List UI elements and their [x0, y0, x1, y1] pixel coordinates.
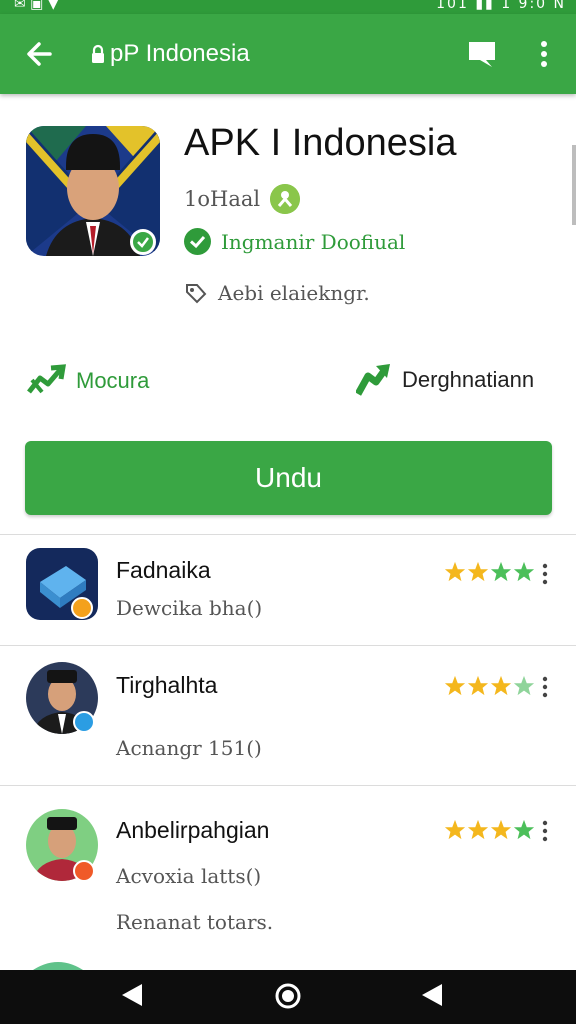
- check-circle-icon: [184, 228, 211, 255]
- developer-badge-icon: [270, 184, 301, 214]
- star-icon: [467, 675, 489, 696]
- action-left-label: Mocura: [76, 368, 150, 393]
- system-nav-bar: [0, 970, 576, 1024]
- app-bar: pP Indonesia: [0, 14, 576, 94]
- more-vert-icon[interactable]: [540, 676, 550, 698]
- action-left-button[interactable]: Mocura: [26, 362, 149, 400]
- star-icon: [490, 819, 512, 840]
- action-right-label: Derghnatiann: [402, 367, 535, 392]
- nav-recents-icon[interactable]: [420, 982, 444, 1008]
- lock-icon: [92, 44, 104, 63]
- star-icon: [467, 561, 489, 582]
- rating-stars: [444, 819, 535, 841]
- list-item-title: Tirghalhta: [116, 672, 218, 698]
- star-icon: [513, 819, 535, 840]
- clock: 1 9:0 N: [501, 0, 566, 12]
- star-icon: [444, 561, 466, 582]
- share-icon: [356, 364, 390, 396]
- developer-line: 1oHaal: [184, 184, 301, 214]
- chat-icon[interactable]: [466, 38, 500, 70]
- package-icon: [26, 548, 98, 620]
- scroll-indicator[interactable]: [572, 145, 576, 225]
- list-item-extra: Renanat totars.: [116, 910, 274, 934]
- divider: [0, 785, 576, 786]
- star-icon: [513, 561, 535, 582]
- status-icons: 101 ▮▮ 1 9:0 N: [436, 0, 566, 12]
- nav-home-icon[interactable]: [274, 982, 302, 1010]
- rating-stars: [444, 675, 535, 697]
- verified-label: Ingmanir Doofiual: [221, 229, 406, 254]
- avatar-man-green-icon: [26, 809, 98, 881]
- divider: [0, 534, 576, 535]
- nav-back-icon[interactable]: [120, 982, 144, 1008]
- list-item-subtitle: Acnangr 151(): [116, 736, 262, 760]
- notification-icons: ✉ ▣ ▼: [14, 0, 59, 12]
- avatar-man-icon: [26, 662, 98, 734]
- app-name: APK I Indonesia: [184, 122, 457, 164]
- tag-icon: [186, 284, 207, 304]
- app-bar-title-wrap: pP Indonesia: [90, 40, 250, 68]
- list-item-title: Anbelirpahgian: [116, 817, 270, 843]
- back-arrow-icon[interactable]: [22, 36, 58, 72]
- developer-name[interactable]: 1oHaal: [184, 187, 260, 211]
- star-icon: [490, 675, 512, 696]
- divider: [0, 645, 576, 646]
- download-button[interactable]: Undu: [25, 441, 552, 515]
- signal-text: 101: [436, 0, 469, 12]
- app-bar-title: pP Indonesia: [110, 40, 250, 67]
- star-icon: [444, 819, 466, 840]
- action-right-button[interactable]: Derghnatiann: [356, 362, 534, 398]
- list-item-subtitle: Acvoxia latts(): [116, 864, 262, 888]
- verified-line: Ingmanir Doofiual: [184, 228, 405, 255]
- rating-stars: [444, 561, 535, 583]
- list-item-title: Fadnaika: [116, 557, 211, 583]
- star-icon: [513, 675, 535, 696]
- age-line: Aebi elaiekngr.: [184, 281, 370, 305]
- star-icon: [444, 675, 466, 696]
- list-item-subtitle: Dewcika bha(): [116, 596, 263, 620]
- star-icon: [490, 561, 512, 582]
- more-vert-icon[interactable]: [540, 820, 550, 842]
- more-vert-icon[interactable]: [540, 563, 550, 585]
- age-label: Aebi elaiekngr.: [218, 281, 370, 305]
- trend-icon: [27, 364, 66, 394]
- more-vert-icon[interactable]: [532, 36, 556, 72]
- verified-badge-icon: [130, 229, 156, 255]
- status-bar: ✉ ▣ ▼ 101 ▮▮ 1 9:0 N: [0, 0, 576, 14]
- star-icon: [467, 819, 489, 840]
